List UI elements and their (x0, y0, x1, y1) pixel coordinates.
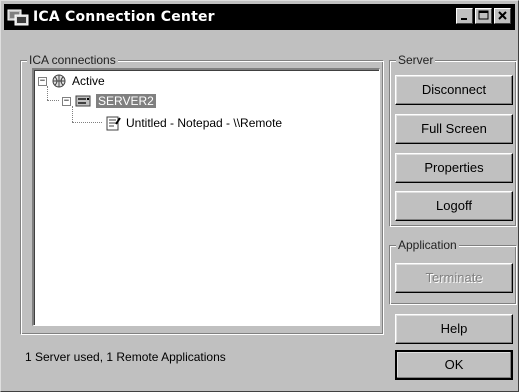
help-button[interactable]: Help (395, 314, 513, 344)
tree-connector (47, 100, 59, 101)
minimize-icon[interactable] (456, 8, 473, 24)
ok-button[interactable]: OK (395, 350, 513, 380)
tree-label-notepad: Untitled - Notepad - \\Remote (126, 116, 283, 130)
connections-tree[interactable]: − Active − SERVER2 Untitled - Notepad - … (32, 68, 380, 326)
notepad-icon (104, 115, 122, 131)
terminate-button[interactable]: Terminate (395, 263, 513, 293)
tree-label-active: Active (72, 74, 105, 88)
tree-label-server2: SERVER2 (96, 94, 156, 108)
tree-connector (72, 122, 102, 123)
title-bar[interactable]: ICA Connection Center (4, 4, 515, 30)
maximize-icon[interactable] (475, 8, 492, 24)
ica-app-icon (7, 7, 29, 27)
collapse-icon[interactable]: − (62, 96, 71, 106)
logoff-button[interactable]: Logoff (395, 191, 513, 221)
close-icon[interactable] (494, 8, 511, 24)
properties-button[interactable]: Properties (395, 153, 513, 183)
tree-item-active[interactable]: − Active (38, 72, 105, 90)
network-icon (50, 73, 68, 89)
tree-item-server2[interactable]: − SERVER2 (62, 92, 156, 110)
application-group-label: Application (396, 238, 459, 252)
window-title: ICA Connection Center (33, 9, 215, 25)
ica-connection-center-window: ICA Connection Center ICA connections − (0, 0, 519, 392)
server-group-label: Server (396, 53, 436, 67)
title-controls (456, 8, 511, 24)
ica-connections-label: ICA connections (27, 53, 118, 67)
status-text: 1 Server used, 1 Remote Applications (25, 350, 226, 364)
tree-item-notepad[interactable]: Untitled - Notepad - \\Remote (104, 114, 282, 132)
server-icon (74, 93, 92, 109)
full-screen-button[interactable]: Full Screen (395, 114, 513, 144)
collapse-icon[interactable]: − (38, 76, 47, 86)
disconnect-button[interactable]: Disconnect (395, 75, 513, 105)
